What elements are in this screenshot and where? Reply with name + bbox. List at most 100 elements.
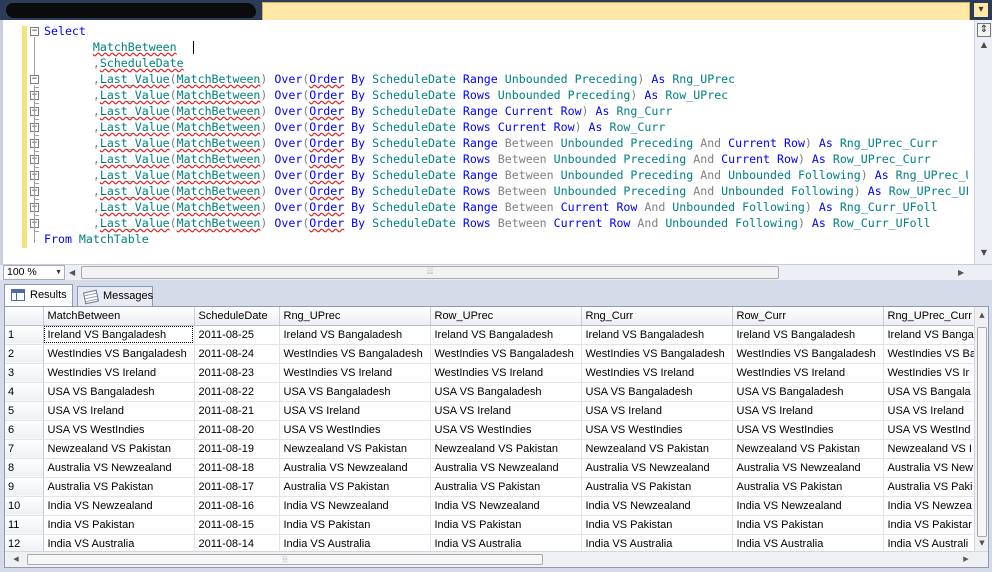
grid-cell[interactable]: WestIndies VS Bangaladesh [732,344,884,364]
scroll-right-icon[interactable]: ▶ [958,266,968,279]
grid-cell[interactable]: WestIndies VS Bangaladesh [279,344,431,364]
grid-cell[interactable]: Newzealand VS Pakistan [581,439,733,459]
grid-cell[interactable]: 2011-08-19 [194,439,280,459]
collapse-icon[interactable]: − [30,27,39,36]
grid-cell[interactable]: Ireland VS Bangaladesh [732,325,884,345]
grid-cell[interactable]: WestIndies VS Ireland [732,363,884,383]
table-row[interactable]: 5 USA VS Ireland 2011-08-21 USA VS Ireland U… [5,401,988,421]
grid-cell[interactable]: WestIndies VS Ireland [430,363,582,383]
code-line[interactable]: ,Last_Value(MatchBetween) Over(Order By … [44,168,968,184]
code-line[interactable]: ,Last_Value(MatchBetween) Over(Order By … [44,184,968,200]
table-row[interactable]: 9 Australia VS Pakistan 2011-08-17 Australi… [5,477,988,497]
grid-cell[interactable]: 2011-08-23 [194,363,280,383]
table-row[interactable]: 7 Newzealand VS Pakistan 2011-08-19 Newzeal… [5,439,988,459]
grid-cell[interactable]: Australia VS Pakistan [581,477,733,497]
chevron-down-icon[interactable]: ▼ [55,266,62,279]
scroll-right-icon[interactable]: ▶ [961,555,971,563]
column-header[interactable]: Row_UPrec [430,307,582,326]
scroll-up-icon[interactable]: ▲ [977,311,987,319]
grid-cell[interactable]: USA VS Ireland [43,401,195,421]
grid-cell[interactable]: Newzealand VS Pakistan [430,439,582,459]
grid-cell[interactable]: USA VS WestIndies [279,420,431,440]
row-number-cell[interactable]: 7 [5,439,44,459]
grid-vertical-scrollbar[interactable]: ▲ ▼ [974,307,988,551]
grid-cell[interactable]: 2011-08-21 [194,401,280,421]
editor-horizontal-scroll-thumb[interactable]: ⦙⦙⦙ [81,266,779,279]
scroll-down-icon[interactable]: ▼ [978,248,990,258]
grid-cell[interactable]: USA VS Bangaladesh [732,382,884,402]
grid-cell[interactable]: USA VS Ireland [430,401,582,421]
grid-cell[interactable]: USA VS WestIndies [43,420,195,440]
row-number-cell[interactable]: 8 [5,458,44,478]
grid-cell[interactable]: USA VS Ireland [581,401,733,421]
scroll-down-icon[interactable]: ▼ [977,539,987,547]
grid-cell[interactable]: India VS Pakistan [581,515,733,535]
tab-dropdown-icon[interactable]: ▾ [974,3,988,17]
active-document-tab[interactable] [262,2,970,20]
grid-cell[interactable]: USA VS WestIndies [581,420,733,440]
grid-cell[interactable]: WestIndies VS Bangaladesh [430,344,582,364]
grid-cell[interactable]: USA VS WestIndies [430,420,582,440]
grid-cell[interactable]: Australia VS Newzealand [430,458,582,478]
table-row[interactable]: 6 USA VS WestIndies 2011-08-20 USA VS WestI… [5,420,988,440]
code-line[interactable]: ,Last_Value(MatchBetween) Over(Order By … [44,88,968,104]
row-number-cell[interactable]: 5 [5,401,44,421]
column-header[interactable]: Rng_UPrec [279,307,431,326]
grid-cell[interactable]: India VS Newzealand [43,496,195,516]
grid-cell[interactable]: 2011-08-25 [194,325,280,345]
grid-cell[interactable]: Australia VS Newzealand [279,458,431,478]
grid-horizontal-scrollbar[interactable]: ◀ ⦙⦙⦙ ▶ [5,551,988,567]
grid-cell[interactable]: 2011-08-22 [194,382,280,402]
grid-cell[interactable]: USA VS Bangaladesh [581,382,733,402]
code-line[interactable]: ,Last_Value(MatchBetween) Over(Order By … [44,104,968,120]
grid-cell[interactable]: USA VS Bangaladesh [43,382,195,402]
column-header[interactable]: ScheduleDate [194,307,280,326]
grid-cell[interactable]: WestIndies VS Ireland [43,363,195,383]
grid-cell[interactable]: USA VS Bangaladesh [279,382,431,402]
table-row[interactable]: 8 Australia VS Newzealand 2011-08-18 Austra… [5,458,988,478]
grid-cell[interactable]: India VS Newzealand [430,496,582,516]
column-header[interactable]: Row_Curr [732,307,884,326]
grid-cell[interactable]: Ireland VS Bangaladesh [430,325,582,345]
code-line[interactable]: Select [44,24,968,40]
tab-results[interactable]: Results [4,284,73,306]
row-number-cell[interactable]: 1 [5,325,44,345]
editor-vertical-scrollbar[interactable]: ⇕ ▲ ▼ [974,20,992,264]
table-row[interactable]: 2 WestIndies VS Bangaladesh 2011-08-24 West… [5,344,988,364]
grid-cell[interactable]: WestIndies VS Bangaladesh [43,344,195,364]
code-line[interactable]: ,Last_Value(MatchBetween) Over(Order By … [44,136,968,152]
zoom-dropdown[interactable]: 100 % ▼ [3,265,65,280]
code-line[interactable]: ,Last_Value(MatchBetween) Over(Order By … [44,200,968,216]
collapse-icon[interactable]: − [30,75,39,84]
grid-cell[interactable]: USA VS WestIndies [732,420,884,440]
query-editor[interactable]: −−−−−−−−−−− Select MatchBetween ,Schedul… [0,20,992,264]
row-number-header[interactable] [5,307,44,326]
grid-cell[interactable]: Australia VS Pakistan [732,477,884,497]
grid-cell[interactable]: USA VS Ireland [732,401,884,421]
scroll-up-icon[interactable]: ▲ [978,40,990,50]
grid-cell[interactable]: WestIndies VS Bangaladesh [581,344,733,364]
scroll-left-icon[interactable]: ◀ [69,266,79,279]
scroll-left-icon[interactable]: ◀ [11,555,21,563]
grid-cell[interactable]: 2011-08-15 [194,515,280,535]
table-row[interactable]: 11 India VS Pakistan 2011-08-15 India VS Pa… [5,515,988,535]
table-row[interactable]: 3 WestIndies VS Ireland 2011-08-23 WestIndi… [5,363,988,383]
row-number-cell[interactable]: 3 [5,363,44,383]
code-line[interactable]: MatchBetween [44,40,968,56]
code-line[interactable]: ,Last_Value(MatchBetween) Over(Order By … [44,152,968,168]
grid-cell[interactable]: 2011-08-24 [194,344,280,364]
code-line[interactable]: ,ScheduleDate [44,56,968,72]
table-row[interactable]: 10 India VS Newzealand 2011-08-16 India VS … [5,496,988,516]
grid-cell[interactable]: Ireland VS Bangaladesh [581,325,733,345]
sql-code[interactable]: Select MatchBetween ,ScheduleDate ,Last_… [44,24,968,256]
grid-cell[interactable]: India VS Pakistan [43,515,195,535]
grid-horizontal-scroll-thumb[interactable]: ⦙⦙⦙ [27,554,543,565]
column-header[interactable]: Rng_Curr [581,307,733,326]
row-number-cell[interactable]: 10 [5,496,44,516]
grid-cell[interactable]: Newzealand VS Pakistan [279,439,431,459]
grid-cell[interactable]: Australia VS Pakistan [279,477,431,497]
grid-cell[interactable]: India VS Pakistan [430,515,582,535]
grid-vertical-scroll-thumb[interactable] [977,327,987,537]
column-header[interactable]: MatchBetween [43,307,195,326]
grid-cell[interactable]: Australia VS Newzealand [581,458,733,478]
